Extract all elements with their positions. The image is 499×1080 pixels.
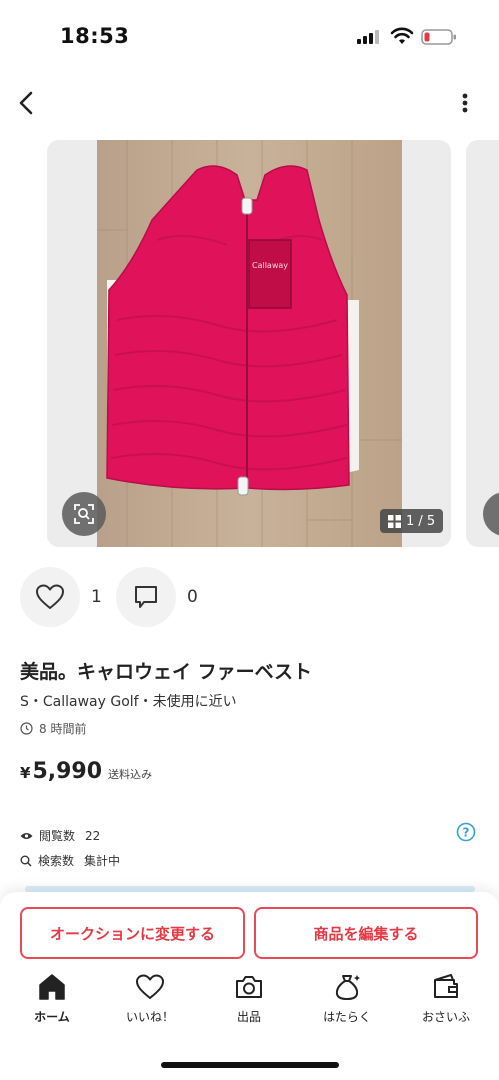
- eye-icon: [20, 832, 33, 839]
- tab-wallet-label: おさいふ: [421, 1010, 470, 1024]
- price-value: 5,990: [32, 759, 103, 784]
- item-title: 美品。キャロウェイ ファーベスト: [20, 661, 312, 683]
- svg-text:Callaway: Callaway: [252, 261, 288, 270]
- posted-time-text: 8 時間前: [39, 722, 87, 736]
- change-to-auction-button[interactable]: オークションに変更する: [20, 907, 245, 959]
- money-bag-icon: [335, 975, 360, 1000]
- tab-home[interactable]: ホーム: [2, 972, 102, 1032]
- search-label: 検索数: [38, 854, 75, 868]
- clock-icon: [20, 722, 33, 735]
- price-currency: ¥: [20, 764, 31, 782]
- wifi-icon: [390, 27, 414, 44]
- image-carousel[interactable]: Callaway 1 / 5: [0, 140, 499, 547]
- edit-item-button[interactable]: 商品を編集する: [254, 907, 478, 959]
- back-button[interactable]: [12, 86, 42, 120]
- tab-likes-label: いいね！: [125, 1010, 174, 1024]
- tab-sell-label: 出品: [236, 1010, 261, 1024]
- status-time: 18:53: [60, 24, 130, 48]
- tab-wallet[interactable]: おさいふ: [396, 972, 496, 1032]
- page-indicator-text: 1 / 5: [406, 513, 436, 529]
- search-icon: [20, 855, 32, 866]
- battery-icon: [421, 29, 456, 45]
- views-label: 閲覧数: [39, 829, 76, 843]
- views-value: 22: [85, 828, 101, 843]
- comment-button[interactable]: [116, 567, 176, 627]
- action-row: 1 0: [0, 567, 499, 629]
- signal-icon: [357, 30, 381, 44]
- more-vertical-icon[interactable]: [454, 88, 476, 118]
- bottom-panel: オークションに変更する 商品を編集する ホーム いいね！ 出品 はたらく おさい…: [0, 892, 499, 1080]
- tab-home-label: ホーム: [34, 1010, 70, 1024]
- posted-time: 8 時間前: [20, 720, 86, 737]
- comment-count: 0: [187, 587, 198, 607]
- product-image[interactable]: Callaway 1 / 5: [47, 140, 451, 547]
- views-stat: 閲覧数 22: [20, 827, 100, 844]
- tab-bar: ホーム いいね！ 出品 はたらく おさいふ: [0, 972, 499, 1032]
- heart-icon: [36, 584, 64, 609]
- help-icon[interactable]: ?: [456, 822, 476, 842]
- search-stat: 検索数 集計中: [20, 852, 120, 869]
- wallet-icon: [434, 974, 458, 998]
- status-bar: 18:53: [0, 0, 499, 70]
- price: ¥ 5,990 送料込み: [20, 759, 152, 784]
- nav-bar: [0, 80, 499, 126]
- camera-icon: [236, 976, 262, 998]
- comment-icon: [135, 586, 157, 608]
- like-count: 1: [91, 587, 102, 607]
- home-indicator: [161, 1062, 339, 1068]
- product-photo: Callaway: [97, 140, 402, 547]
- svg-text:?: ?: [463, 826, 470, 840]
- next-product-image[interactable]: [466, 140, 499, 547]
- tab-work-label: はたらく: [323, 1010, 371, 1024]
- shipping-note: 送料込み: [108, 768, 153, 781]
- like-button[interactable]: [20, 567, 80, 627]
- zoom-icon: [74, 504, 94, 524]
- heart-icon: [136, 974, 164, 999]
- search-value: 集計中: [84, 854, 121, 868]
- home-icon: [39, 974, 65, 1000]
- page-indicator: 1 / 5: [380, 509, 444, 533]
- grid-icon: [388, 514, 401, 528]
- item-meta: S・Callaway Golf・未使用に近い: [20, 694, 237, 710]
- tab-likes[interactable]: いいね！: [100, 972, 200, 1032]
- zoom-icon: [483, 492, 499, 536]
- tab-sell[interactable]: 出品: [199, 972, 299, 1032]
- zoom-button[interactable]: [62, 492, 106, 536]
- tab-work[interactable]: はたらく: [297, 972, 397, 1032]
